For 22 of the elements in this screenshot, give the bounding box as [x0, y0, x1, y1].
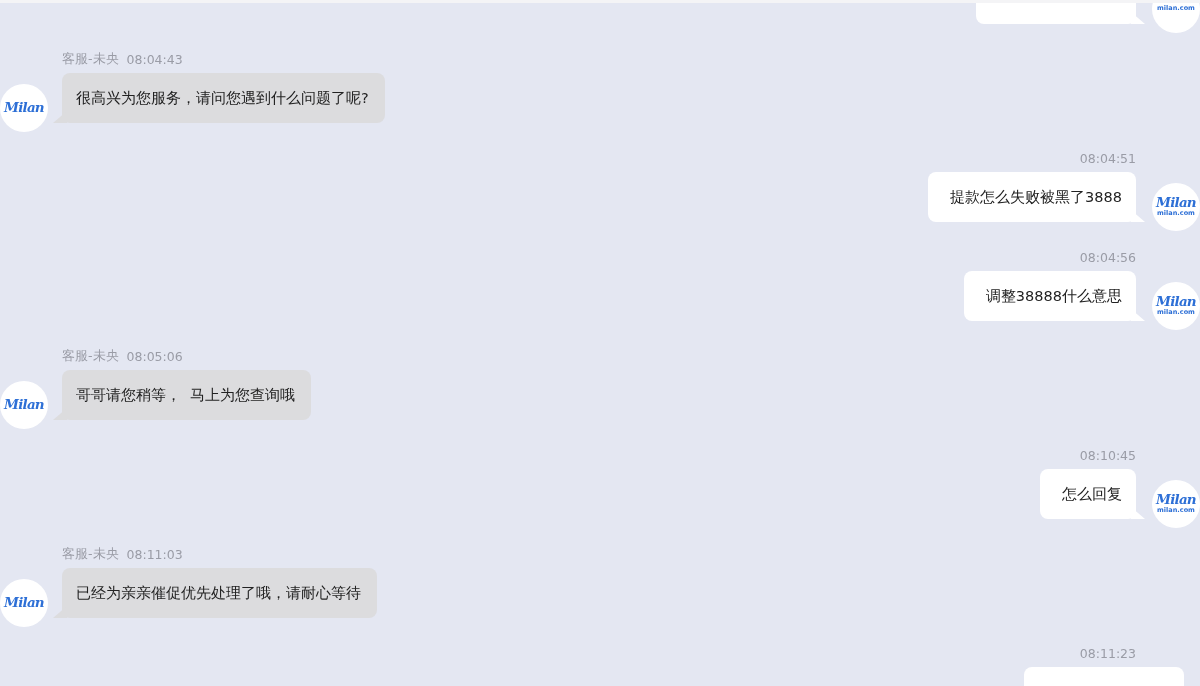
- message-bubble: 怎么回复: [1040, 469, 1136, 519]
- message-time: 08:04:51: [1079, 150, 1136, 166]
- message-bubble: 已经为亲亲催促优先处理了哦，请耐心等待: [62, 568, 377, 618]
- avatar-logo: Milan: [1156, 295, 1196, 309]
- avatar-logo: Milan: [4, 596, 44, 610]
- sender-name: 客服-未央: [62, 347, 119, 365]
- sender-name: 客服-未央: [62, 50, 119, 68]
- message-time: 08:11:23: [1079, 645, 1136, 661]
- message-time: 08:05:06: [126, 348, 183, 364]
- message-time: 08:04:56: [1079, 249, 1136, 265]
- message-time: 08:11:03: [126, 546, 183, 562]
- sender-name: 客服-未央: [62, 545, 119, 563]
- avatar-logo: Milan: [4, 398, 44, 412]
- avatar-logo: Milan: [4, 101, 44, 115]
- message-bubble: 提款怎么失败被黑了3888: [928, 172, 1136, 222]
- message-time: 08:04:43: [126, 51, 183, 67]
- message-time: 08:10:45: [1079, 447, 1136, 463]
- avatar-logo: Milan: [1156, 493, 1196, 507]
- message-bubble: 哥哥请您稍等， 马上为您查询哦: [62, 370, 312, 420]
- message-bubble: 调整38888什么意思: [963, 271, 1136, 321]
- message-bubble: 很高兴为您服务，请问您遇到什么问题了呢?: [62, 73, 385, 123]
- avatar-logo: Milan: [1156, 196, 1196, 210]
